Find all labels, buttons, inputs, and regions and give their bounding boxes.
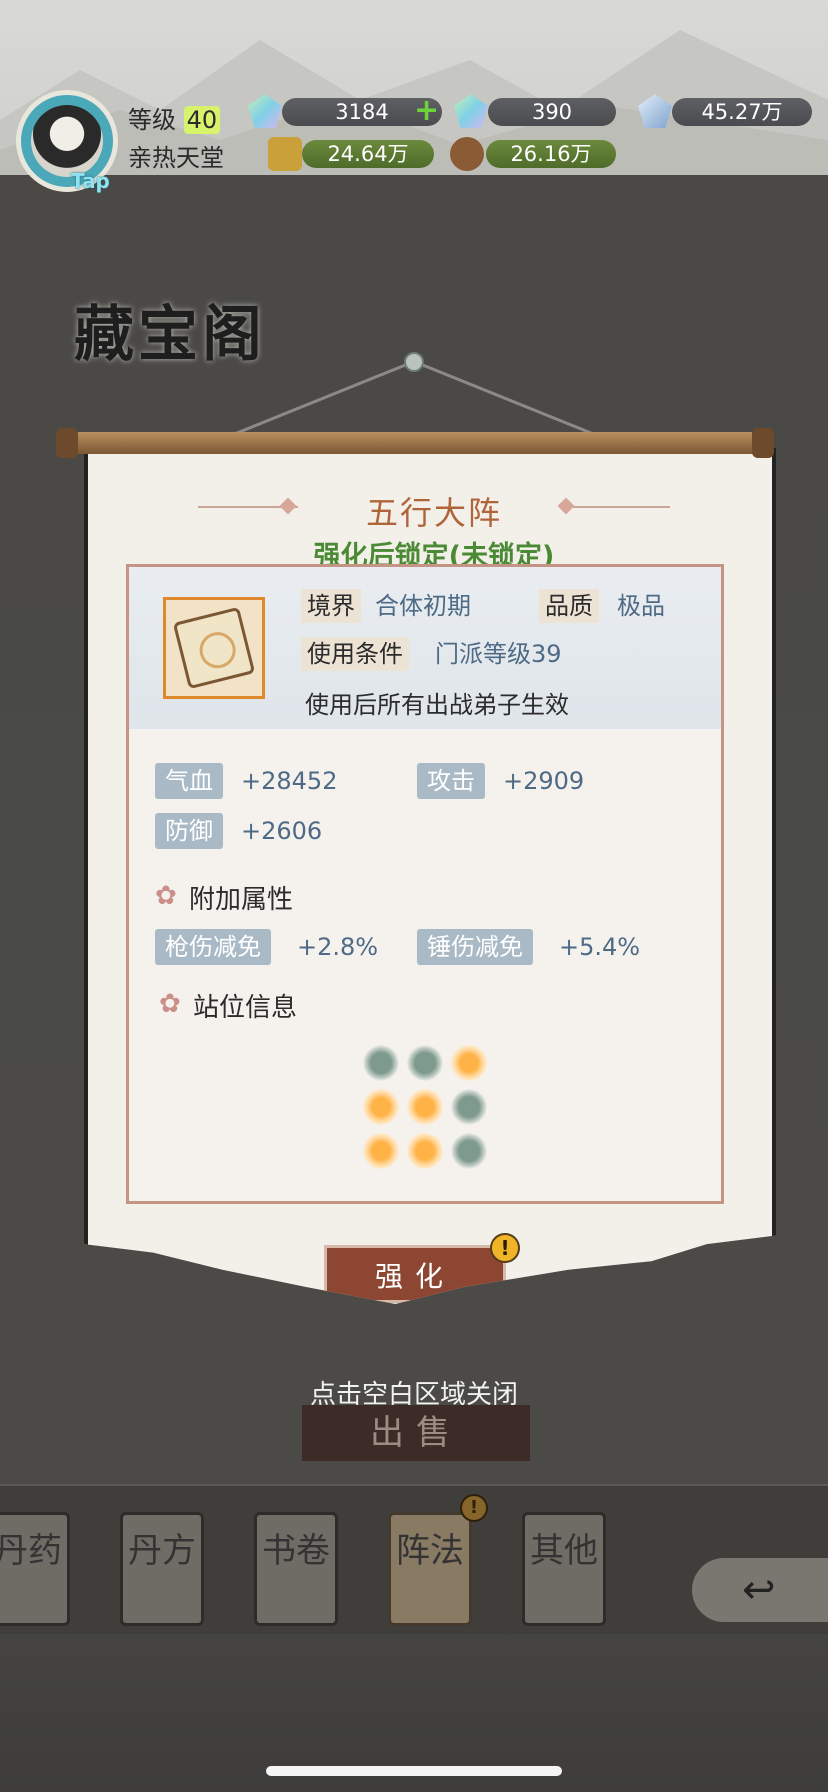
avatar-portrait [31, 105, 103, 177]
stat-hp-value: +28452 [241, 767, 338, 795]
resource-bound-jade: 390 [488, 98, 616, 126]
resource-gold: 24.64万 [302, 140, 434, 168]
tab-label: 阵法 [396, 1531, 464, 1571]
tab-books[interactable]: 书卷 [254, 1512, 338, 1626]
extra-stat-hammer-label: 锤伤减免 [417, 929, 533, 965]
crystal-icon [638, 94, 672, 128]
back-button[interactable]: ↩ [692, 1558, 828, 1622]
tab-label: 书卷 [262, 1531, 330, 1571]
active-position-node [363, 1089, 399, 1125]
resource-gold-value: 24.64万 [327, 142, 409, 166]
jade-gem-icon [248, 94, 282, 128]
item-name: 五行大阵 [365, 494, 502, 532]
item-info-box: 境界 合体初期 品质 极品 使用条件 门派等级39 使用后所有出战弟子生效 气血… [126, 564, 724, 1204]
inactive-position-node [407, 1045, 443, 1081]
active-position-node [407, 1133, 443, 1169]
formation-scroll-icon [163, 597, 265, 699]
stat-defense-label: 防御 [155, 813, 223, 849]
add-jade-button[interactable]: + [414, 96, 439, 126]
avatar[interactable]: Tap [16, 90, 118, 193]
active-position-node [407, 1089, 443, 1125]
position-info-heading: 站位信息 [193, 993, 298, 1023]
realm-value: 合体初期 [375, 592, 471, 620]
stat-attack-value: +2909 [503, 767, 585, 795]
active-position-node [363, 1133, 399, 1169]
tab-pills[interactable]: 丹药 [0, 1512, 70, 1626]
tab-label: 其他 [530, 1531, 598, 1571]
enhance-alert-icon: ! [490, 1233, 520, 1263]
inactive-position-node [451, 1089, 487, 1125]
item-summary-band: 境界 合体初期 品质 极品 使用条件 门派等级39 使用后所有出战弟子生效 [129, 567, 721, 729]
stat-defense-value: +2606 [241, 817, 323, 845]
stat-attack-label: 攻击 [417, 763, 485, 799]
extra-stat-spear-value: +2.8% [297, 933, 379, 961]
player-name: 亲热天堂 [128, 144, 224, 172]
condition-value: 门派等级39 [435, 640, 562, 668]
inactive-position-node [363, 1045, 399, 1081]
level-value: 40 [183, 106, 221, 134]
formation-position-grid [359, 1041, 499, 1181]
page-title: 藏宝阁 [74, 300, 266, 370]
jade-gem-locked-icon [454, 94, 488, 128]
tab-label: 丹药 [0, 1531, 62, 1571]
scroll-hook [404, 352, 424, 372]
level-display: 等级 40 [128, 100, 221, 135]
item-detail-dialog: 五行大阵 强化后锁定(未锁定) 境界 合体初期 品质 极品 使用条件 门派等级3… [84, 448, 776, 1304]
extra-stat-hammer-value: +5.4% [559, 933, 641, 961]
avatar-tap-tag: Tap [71, 169, 110, 193]
resource-wood: 26.16万 [486, 140, 616, 168]
tab-formations[interactable]: 阵法 [388, 1512, 472, 1626]
stat-hp-label: 气血 [155, 763, 223, 799]
quality-label: 品质 [539, 589, 599, 623]
level-label: 等级 [128, 106, 176, 134]
quality-value: 极品 [617, 592, 665, 620]
tab-label: 丹方 [128, 1531, 196, 1571]
wood-log-icon [450, 137, 484, 171]
tab-recipes[interactable]: 丹方 [120, 1512, 204, 1626]
top-status-bar: Tap 等级 40 亲热天堂 3184 + 390 45.27万 24.64万 … [0, 0, 828, 193]
resource-wood-value: 26.16万 [510, 142, 592, 166]
resource-crystal-value: 45.27万 [701, 100, 783, 124]
resource-crystal: 45.27万 [672, 98, 812, 126]
scroll-rod-cap-left [56, 428, 78, 458]
gold-ingot-icon [268, 137, 302, 171]
extra-stat-spear-label: 枪伤减免 [155, 929, 271, 965]
realm-label: 境界 [301, 589, 361, 623]
flower-icon: ✿ [159, 989, 181, 1019]
inactive-position-node [451, 1133, 487, 1169]
condition-label: 使用条件 [301, 637, 409, 671]
effect-description: 使用后所有出战弟子生效 [305, 691, 569, 719]
active-position-node [451, 1045, 487, 1081]
resource-bound-jade-value: 390 [531, 100, 573, 124]
sell-button[interactable]: 出售 [302, 1405, 530, 1461]
flower-icon: ✿ [155, 881, 177, 911]
scroll-rod [56, 432, 774, 454]
resource-jade-value: 3184 [335, 100, 389, 124]
home-indicator[interactable] [266, 1766, 562, 1776]
formation-tab-alert-icon: ! [460, 1494, 488, 1522]
tab-others[interactable]: 其他 [522, 1512, 606, 1626]
extra-attributes-heading: 附加属性 [189, 885, 294, 915]
scroll-rod-cap-right [752, 428, 774, 458]
